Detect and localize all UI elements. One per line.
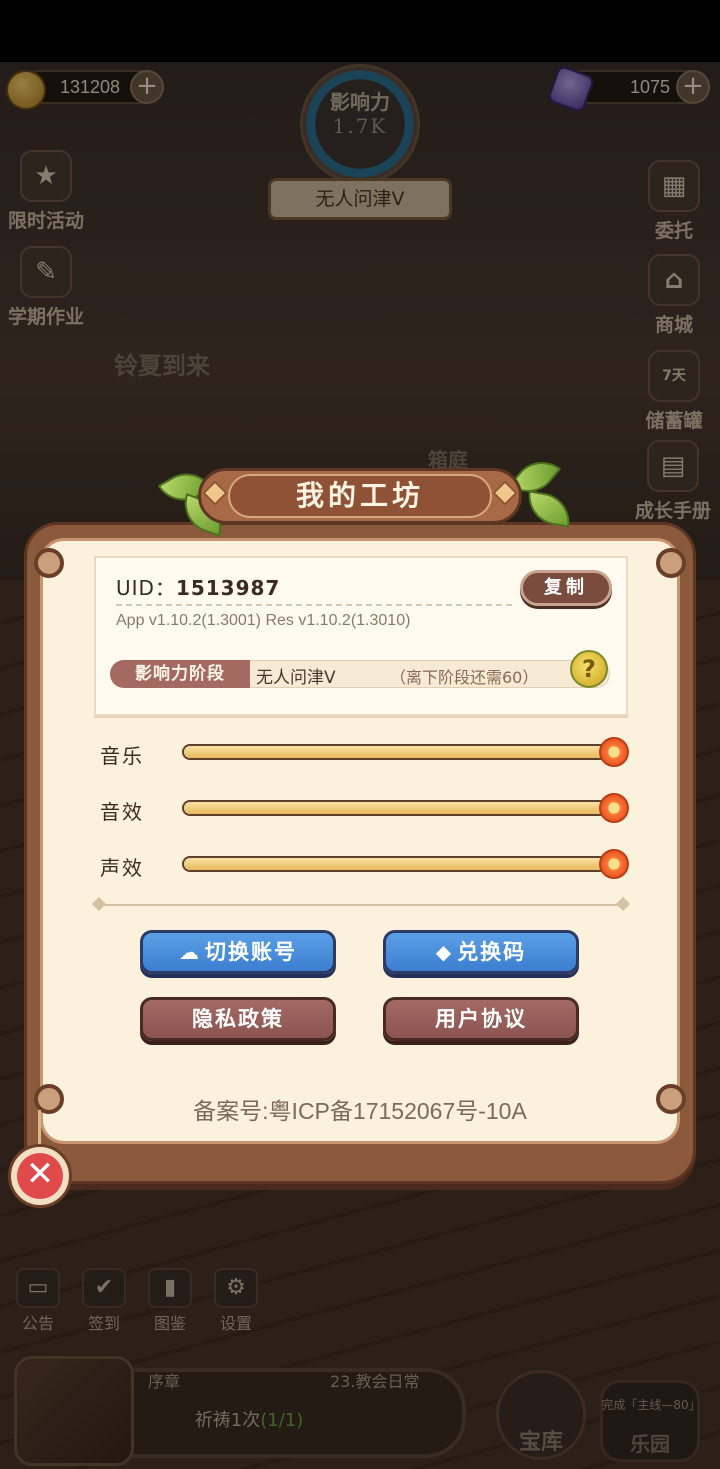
hat-icon: ☁ bbox=[179, 940, 201, 964]
section-divider bbox=[98, 904, 624, 906]
panel-title: 我的工坊 bbox=[228, 474, 492, 518]
close-icon[interactable]: ✕ bbox=[8, 1144, 72, 1208]
help-question-icon[interactable]: ? bbox=[570, 650, 608, 688]
sfx-slider-fill bbox=[184, 802, 614, 814]
user-agreement-label: 用户协议 bbox=[435, 1007, 527, 1031]
privacy-policy-label: 隐私政策 bbox=[192, 1007, 284, 1031]
uid-label: UID： bbox=[116, 576, 176, 600]
influence-stage-hint: （离下阶段还需60） bbox=[390, 668, 539, 687]
ticket-icon: ◆ bbox=[435, 940, 454, 964]
icp-record-number: 备案号:粤ICP备17152067号-10A bbox=[193, 1098, 527, 1124]
close-button-string bbox=[38, 1110, 41, 1146]
corner-ornament bbox=[34, 548, 64, 578]
voice-label: 声效 bbox=[100, 856, 144, 880]
sfx-slider-knob[interactable] bbox=[599, 793, 629, 823]
corner-ornament bbox=[656, 548, 686, 578]
copy-uid-button[interactable]: 复制 bbox=[520, 570, 612, 606]
sfx-slider[interactable] bbox=[182, 800, 616, 816]
voice-slider[interactable] bbox=[182, 856, 616, 872]
redeem-code-label: 兑换码 bbox=[457, 940, 527, 964]
music-label: 音乐 bbox=[100, 744, 144, 768]
user-agreement-button[interactable]: 用户协议 bbox=[383, 997, 579, 1041]
redeem-code-button[interactable]: ◆ 兑换码 bbox=[383, 930, 579, 974]
status-bar-area bbox=[0, 0, 720, 62]
privacy-policy-button[interactable]: 隐私政策 bbox=[140, 997, 336, 1041]
music-slider-fill bbox=[184, 746, 614, 758]
uid-value: 1513987 bbox=[175, 576, 281, 600]
sfx-label: 音效 bbox=[100, 800, 144, 824]
music-slider[interactable] bbox=[182, 744, 616, 760]
version-text: App v1.10.2(1.3001) Res v1.10.2(1.3010) bbox=[116, 612, 411, 629]
influence-stage-label: 影响力阶段 bbox=[110, 660, 250, 688]
influence-stage-value: 无人问津V bbox=[256, 668, 336, 688]
switch-account-button[interactable]: ☁ 切换账号 bbox=[140, 930, 336, 974]
voice-slider-fill bbox=[184, 858, 614, 870]
music-slider-knob[interactable] bbox=[599, 737, 629, 767]
uid-row: UID：1513987 bbox=[116, 572, 280, 601]
dashed-divider bbox=[116, 604, 516, 606]
voice-slider-knob[interactable] bbox=[599, 849, 629, 879]
switch-account-label: 切换账号 bbox=[205, 940, 297, 964]
